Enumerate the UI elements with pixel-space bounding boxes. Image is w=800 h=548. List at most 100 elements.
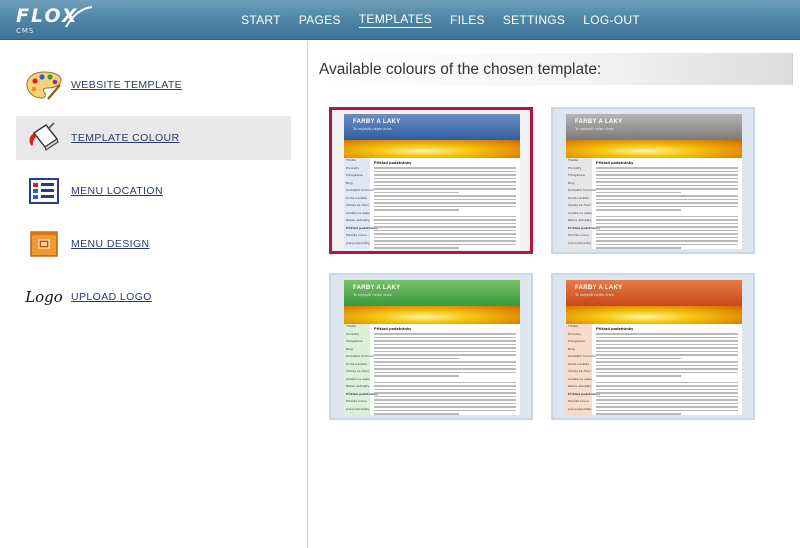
preview-text-line — [596, 226, 738, 228]
preview-menu-item: Anketa na webu — [568, 376, 593, 381]
preview-text-line — [596, 413, 682, 415]
preview-text-line — [596, 219, 738, 221]
preview-menu-item: Anketa na webu — [346, 210, 371, 215]
preview-title: FARBY A LAKY — [353, 285, 401, 291]
nav-start[interactable]: START — [241, 13, 281, 28]
preview-text-line — [596, 354, 738, 356]
nav-log-out[interactable]: LOG-OUT — [583, 13, 640, 28]
preview-text-line — [596, 191, 682, 193]
preview-menu-item: Jiné podpoložky — [568, 240, 592, 245]
colour-thumbnail-green[interactable]: FARBY A LAKY To nejlepší nejen dnes Titulk… — [329, 273, 533, 420]
preview-text-line — [374, 188, 516, 190]
preview-text-line — [596, 381, 738, 383]
preview-menu-item: Kniha návštěv — [346, 361, 368, 366]
preview-text-line — [374, 240, 516, 242]
template-preview: FARBY A LAKY To nejlepší nejen dnes Titulk… — [344, 114, 520, 249]
preview-menu-item: Titulka — [346, 324, 357, 328]
preview-text-line — [596, 233, 738, 235]
preview-menu-item: Fotogalerie — [568, 339, 585, 343]
preview-text-line — [374, 191, 460, 193]
template-preview: FARBY A LAKY To nejlepší nejen dnes Titulk… — [344, 280, 520, 415]
preview-menu: Titulka Produkty Fotogalerie Blog Kontaktní … — [566, 324, 600, 415]
preview-text-line — [374, 205, 516, 207]
preview-menu-item: Příklad podstránky — [346, 391, 379, 396]
nav-settings[interactable]: SETTINGS — [503, 13, 565, 28]
preview-text-line — [374, 343, 516, 345]
preview-header: FARBY A LAKY To nejlepší nejen dnes — [566, 280, 742, 306]
preview-menu-item: Kontaktní formulář — [346, 188, 374, 192]
preview-text-line — [596, 209, 682, 211]
colour-thumbnail-orange[interactable]: FARBY A LAKY To nejlepší nejen dnes Titulk… — [551, 273, 755, 420]
preview-menu-item: Nová položka — [568, 414, 592, 415]
sidebar-item-website-template[interactable]: WEBSITE TEMPLATE — [16, 63, 291, 107]
preview-text-line — [374, 392, 516, 394]
preview-text-line — [374, 198, 516, 200]
sidebar: WEBSITE TEMPLATE TEMPLATE COLOUR MENU LO… — [0, 41, 308, 548]
preview-text-line — [596, 202, 738, 204]
preview-text-line — [596, 222, 738, 224]
preview-text-line — [596, 388, 738, 390]
preview-text-line — [374, 215, 516, 217]
preview-text-line — [596, 340, 738, 342]
menu-design-icon — [22, 226, 66, 262]
template-preview: FARBY A LAKY To nejlepší nejen dnes Titulk… — [566, 280, 742, 415]
nav-files[interactable]: FILES — [450, 13, 485, 28]
preview-text-line — [596, 395, 738, 397]
preview-text-line — [374, 361, 516, 363]
preview-text-line — [374, 181, 516, 183]
preview-text-line — [596, 181, 738, 183]
preview-text-line — [374, 243, 516, 245]
preview-text-line — [374, 354, 516, 356]
preview-text-line — [374, 395, 516, 397]
paint-bucket-icon — [22, 120, 66, 156]
preview-text-line — [596, 361, 738, 363]
preview-text-line — [374, 402, 516, 404]
preview-menu-item: Anketa na webu — [568, 210, 593, 215]
sidebar-item-upload-logo[interactable]: Logo UPLOAD LOGO — [16, 275, 291, 319]
preview-text-line — [374, 371, 516, 373]
preview-text-line — [374, 364, 516, 366]
nav-pages[interactable]: PAGES — [299, 13, 341, 28]
preview-menu-item: Články ke čtení — [346, 203, 369, 207]
preview-menu-item: Blog — [568, 346, 575, 351]
preview-text-line — [374, 375, 460, 377]
flox-logo[interactable]: FLOX CMS — [16, 5, 93, 35]
colour-thumbnail-gray[interactable]: FARBY A LAKY To nejlepší nejen dnes Titulk… — [551, 107, 755, 254]
sidebar-item-menu-location[interactable]: MENU LOCATION — [16, 169, 291, 213]
sidebar-item-menu-design[interactable]: MENU DESIGN — [16, 222, 291, 266]
preview-menu-item: Blog — [346, 180, 353, 185]
preview-text-line — [374, 177, 516, 179]
preview-text-line — [374, 347, 516, 349]
preview-text-line — [596, 371, 738, 373]
sidebar-item-template-colour[interactable]: TEMPLATE COLOUR — [16, 116, 291, 160]
preview-menu-item: Položka menu — [346, 399, 367, 403]
preview-header: FARBY A LAKY To nejlepší nejen dnes — [344, 114, 520, 140]
preview-heading: Přiklad podstránky — [596, 327, 634, 331]
preview-menu-item: Příklad podstránky — [346, 225, 379, 230]
preview-menu-item: Produkty — [568, 331, 582, 336]
main-content: Available colours of the chosen template… — [309, 41, 800, 548]
preview-heading: Přiklad podstránky — [374, 161, 412, 165]
preview-banner — [566, 140, 742, 158]
preview-text-line — [596, 240, 738, 242]
nav-templates[interactable]: TEMPLATES — [358, 12, 432, 28]
preview-text-line — [374, 170, 516, 172]
preview-text-line — [374, 357, 460, 359]
preview-text-line — [596, 229, 738, 231]
preview-text-line — [596, 247, 682, 249]
logo-text-icon: Logo — [22, 279, 66, 315]
preview-text-line — [596, 188, 738, 190]
preview-menu-item: Název aktuality — [568, 384, 592, 388]
preview-text-line — [374, 388, 516, 390]
preview-text-line — [596, 236, 738, 238]
logo-subtitle: CMS — [16, 27, 35, 35]
preview-text-line — [374, 167, 516, 169]
preview-text-line — [374, 229, 516, 231]
preview-banner — [344, 140, 520, 158]
preview-menu-item: Název aktuality — [568, 218, 592, 222]
colour-thumbnail-blue[interactable]: FARBY A LAKY To nejlepší nejen dnes Titulk… — [329, 107, 533, 254]
preview-text-line — [596, 347, 738, 349]
preview-text-line — [374, 399, 516, 401]
template-preview: FARBY A LAKY To nejlepší nejen dnes Titulk… — [566, 114, 742, 249]
preview-menu-item: Produkty — [346, 331, 360, 336]
